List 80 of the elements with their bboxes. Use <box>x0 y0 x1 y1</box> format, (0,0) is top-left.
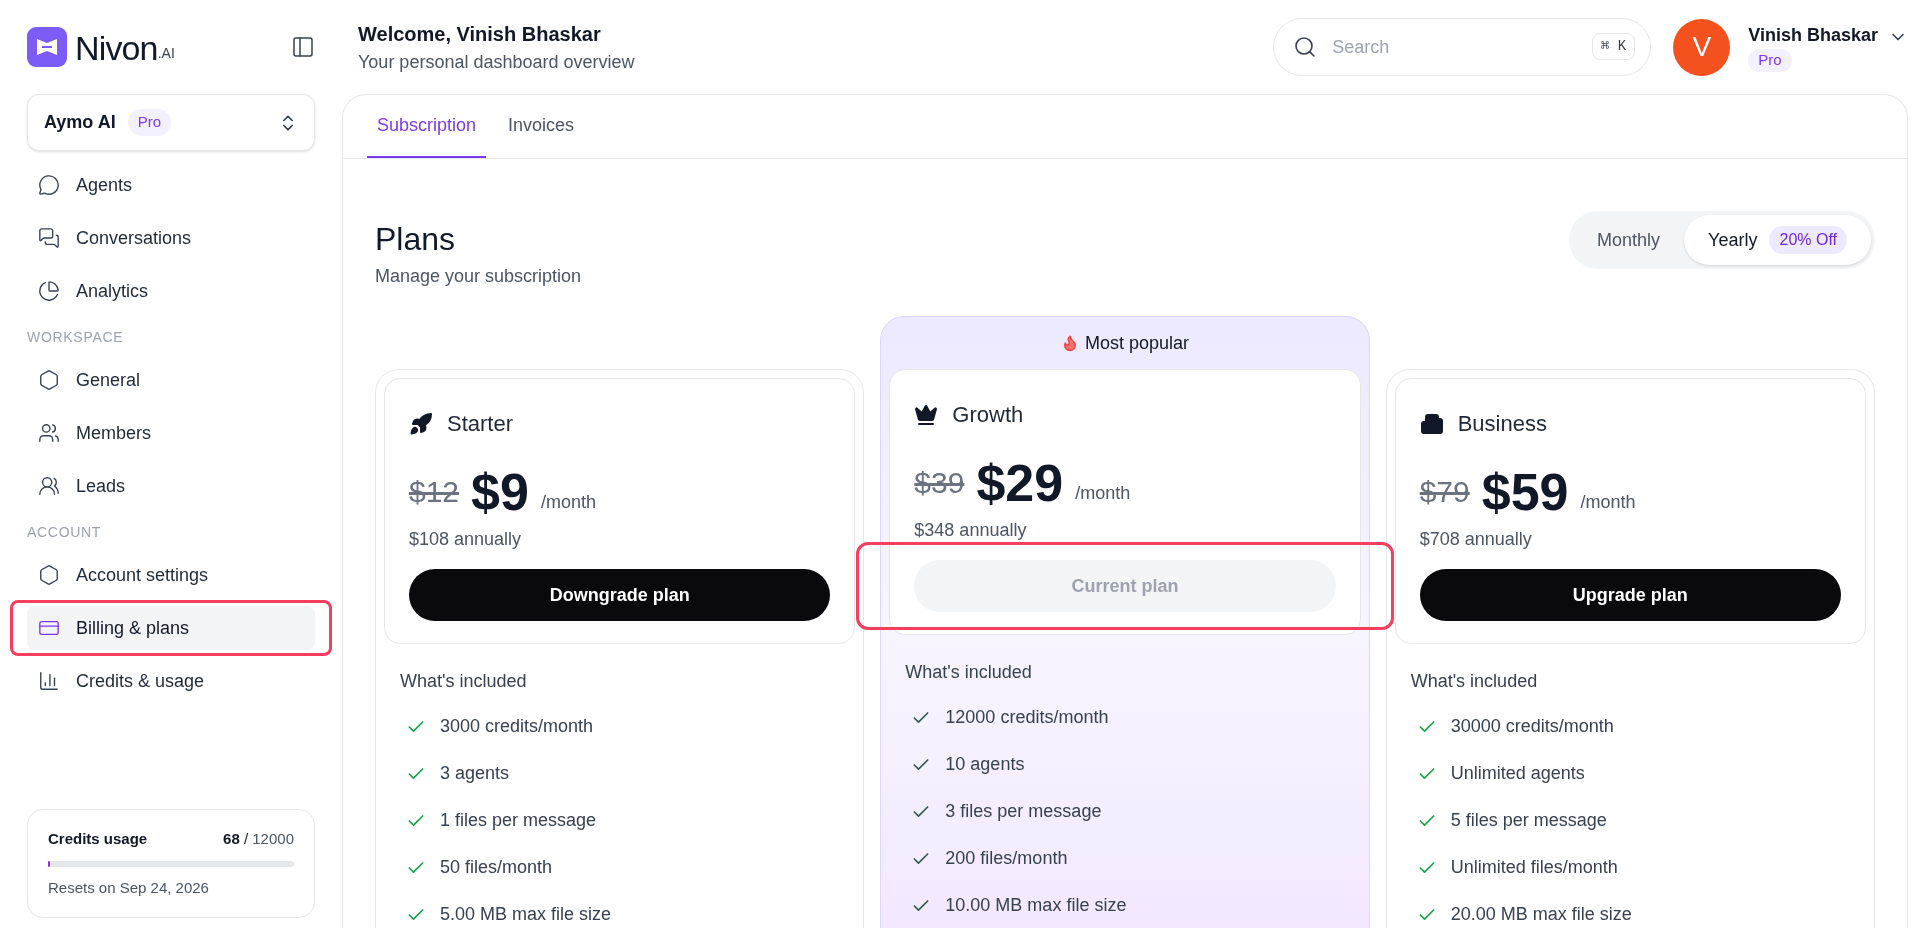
old-price: $12 <box>409 474 460 510</box>
feature-text: 1 files per message <box>440 809 597 832</box>
plan-name: Business <box>1457 410 1547 438</box>
bar-chart-icon <box>38 670 60 692</box>
hexagon-icon <box>38 369 60 391</box>
users-icon <box>38 422 60 444</box>
feature-text: 3 files per message <box>945 800 1102 823</box>
section-heading: ACCOUNT <box>27 523 103 542</box>
feature-text: Unlimited files/month <box>1450 856 1618 879</box>
sidebar-item[interactable]: Analytics <box>27 269 315 313</box>
credits-reset-note: Resets on Sep 24, 2026 <box>48 877 210 898</box>
billing-option[interactable]: Yearly 20% Off <box>1684 215 1871 265</box>
feature-text: 10.00 MB max file size <box>945 894 1127 917</box>
section-title: Plans <box>375 220 457 259</box>
billing-option[interactable]: Monthly <box>1573 215 1685 265</box>
feature-text: 30000 credits/month <box>1450 715 1614 738</box>
rocket-icon <box>409 411 433 436</box>
section-heading: WORKSPACE <box>27 328 125 347</box>
plan-name: Starter <box>447 410 514 438</box>
tab[interactable]: Subscription <box>367 95 487 158</box>
old-price: $79 <box>1419 474 1470 510</box>
annual-price: $708 annually <box>1419 528 1533 551</box>
pie-chart-icon <box>38 280 60 302</box>
sidebar-item[interactable]: Billing & plans <box>27 606 315 650</box>
user-name: Vinish Bhaskar <box>1748 24 1878 48</box>
logo-icon <box>27 27 67 67</box>
plan-price: $9 <box>471 462 529 522</box>
workspace-name: Aymo AI <box>44 111 116 134</box>
price-period: /month <box>540 491 596 514</box>
sidebar-item[interactable]: General <box>27 358 315 402</box>
sidebar-item[interactable]: Credits & usage <box>27 659 315 703</box>
price-period: /month <box>1580 491 1636 514</box>
plan-badge: Pro <box>1748 49 1792 72</box>
search-icon <box>1293 35 1318 59</box>
chat-bubble-icon <box>38 174 60 196</box>
users-icon <box>38 475 60 497</box>
feature-text: 5 files per message <box>1450 809 1607 832</box>
plan-button[interactable]: Downgrade plan <box>409 569 831 621</box>
brand-name: Nivon <box>75 29 158 67</box>
features-heading: What's included <box>905 661 1033 684</box>
sidebar-item[interactable]: Members <box>27 411 315 455</box>
plan-button[interactable]: Upgrade plan <box>1419 569 1841 621</box>
features-heading: What's included <box>400 670 528 693</box>
chat-bubbles-icon <box>38 227 60 249</box>
annual-price: $108 annually <box>409 528 523 551</box>
plan-price: $29 <box>976 453 1064 513</box>
sidebar-toggle-icon[interactable] <box>291 35 315 59</box>
plan-price: $59 <box>1481 462 1569 522</box>
feature-text: 3000 credits/month <box>440 715 594 738</box>
discount-badge: 20% Off <box>1769 226 1847 254</box>
feature-text: 12000 credits/month <box>945 706 1109 729</box>
sidebar-item[interactable]: Conversations <box>27 216 315 260</box>
old-price: $39 <box>914 465 965 501</box>
hexagon-icon <box>38 564 60 586</box>
plan-badge: Pro <box>127 109 172 136</box>
popular-label: Most popular <box>1084 331 1189 355</box>
sidebar-item[interactable]: Leads <box>27 464 315 508</box>
feature-text: 20.00 MB max file size <box>1450 903 1632 926</box>
shortcut-hint: ⌘ K <box>1592 33 1636 60</box>
credits-count: 68 / 12000 <box>223 829 294 849</box>
feature-text: 200 files/month <box>945 847 1068 870</box>
feature-text: 50 files/month <box>440 856 553 879</box>
page-title: Welcome, Vinish Bhaskar <box>358 21 602 47</box>
page-subtitle: Your personal dashboard overview <box>358 50 635 74</box>
brand-suffix: .AI <box>157 44 175 63</box>
feature-text: 10 agents <box>945 753 1025 776</box>
price-period: /month <box>1075 482 1131 505</box>
workspace-switcher[interactable]: Aymo AI Pro <box>27 94 315 151</box>
sidebar-item[interactable]: Account settings <box>27 553 315 597</box>
feature-text: 5.00 MB max file size <box>440 903 612 926</box>
feature-text: 3 agents <box>440 762 510 785</box>
tab[interactable]: Invoices <box>498 95 585 158</box>
sidebar-item[interactable]: Agents <box>27 163 315 207</box>
features-heading: What's included <box>1410 670 1539 693</box>
annual-price: $348 annually <box>914 519 1028 542</box>
section-subtitle: Manage your subscription <box>375 265 582 288</box>
feature-text: Unlimited agents <box>1450 762 1585 785</box>
credits-title: Credits usage <box>48 829 148 849</box>
plan-name: Growth <box>952 401 1024 429</box>
crown-icon <box>914 402 939 427</box>
